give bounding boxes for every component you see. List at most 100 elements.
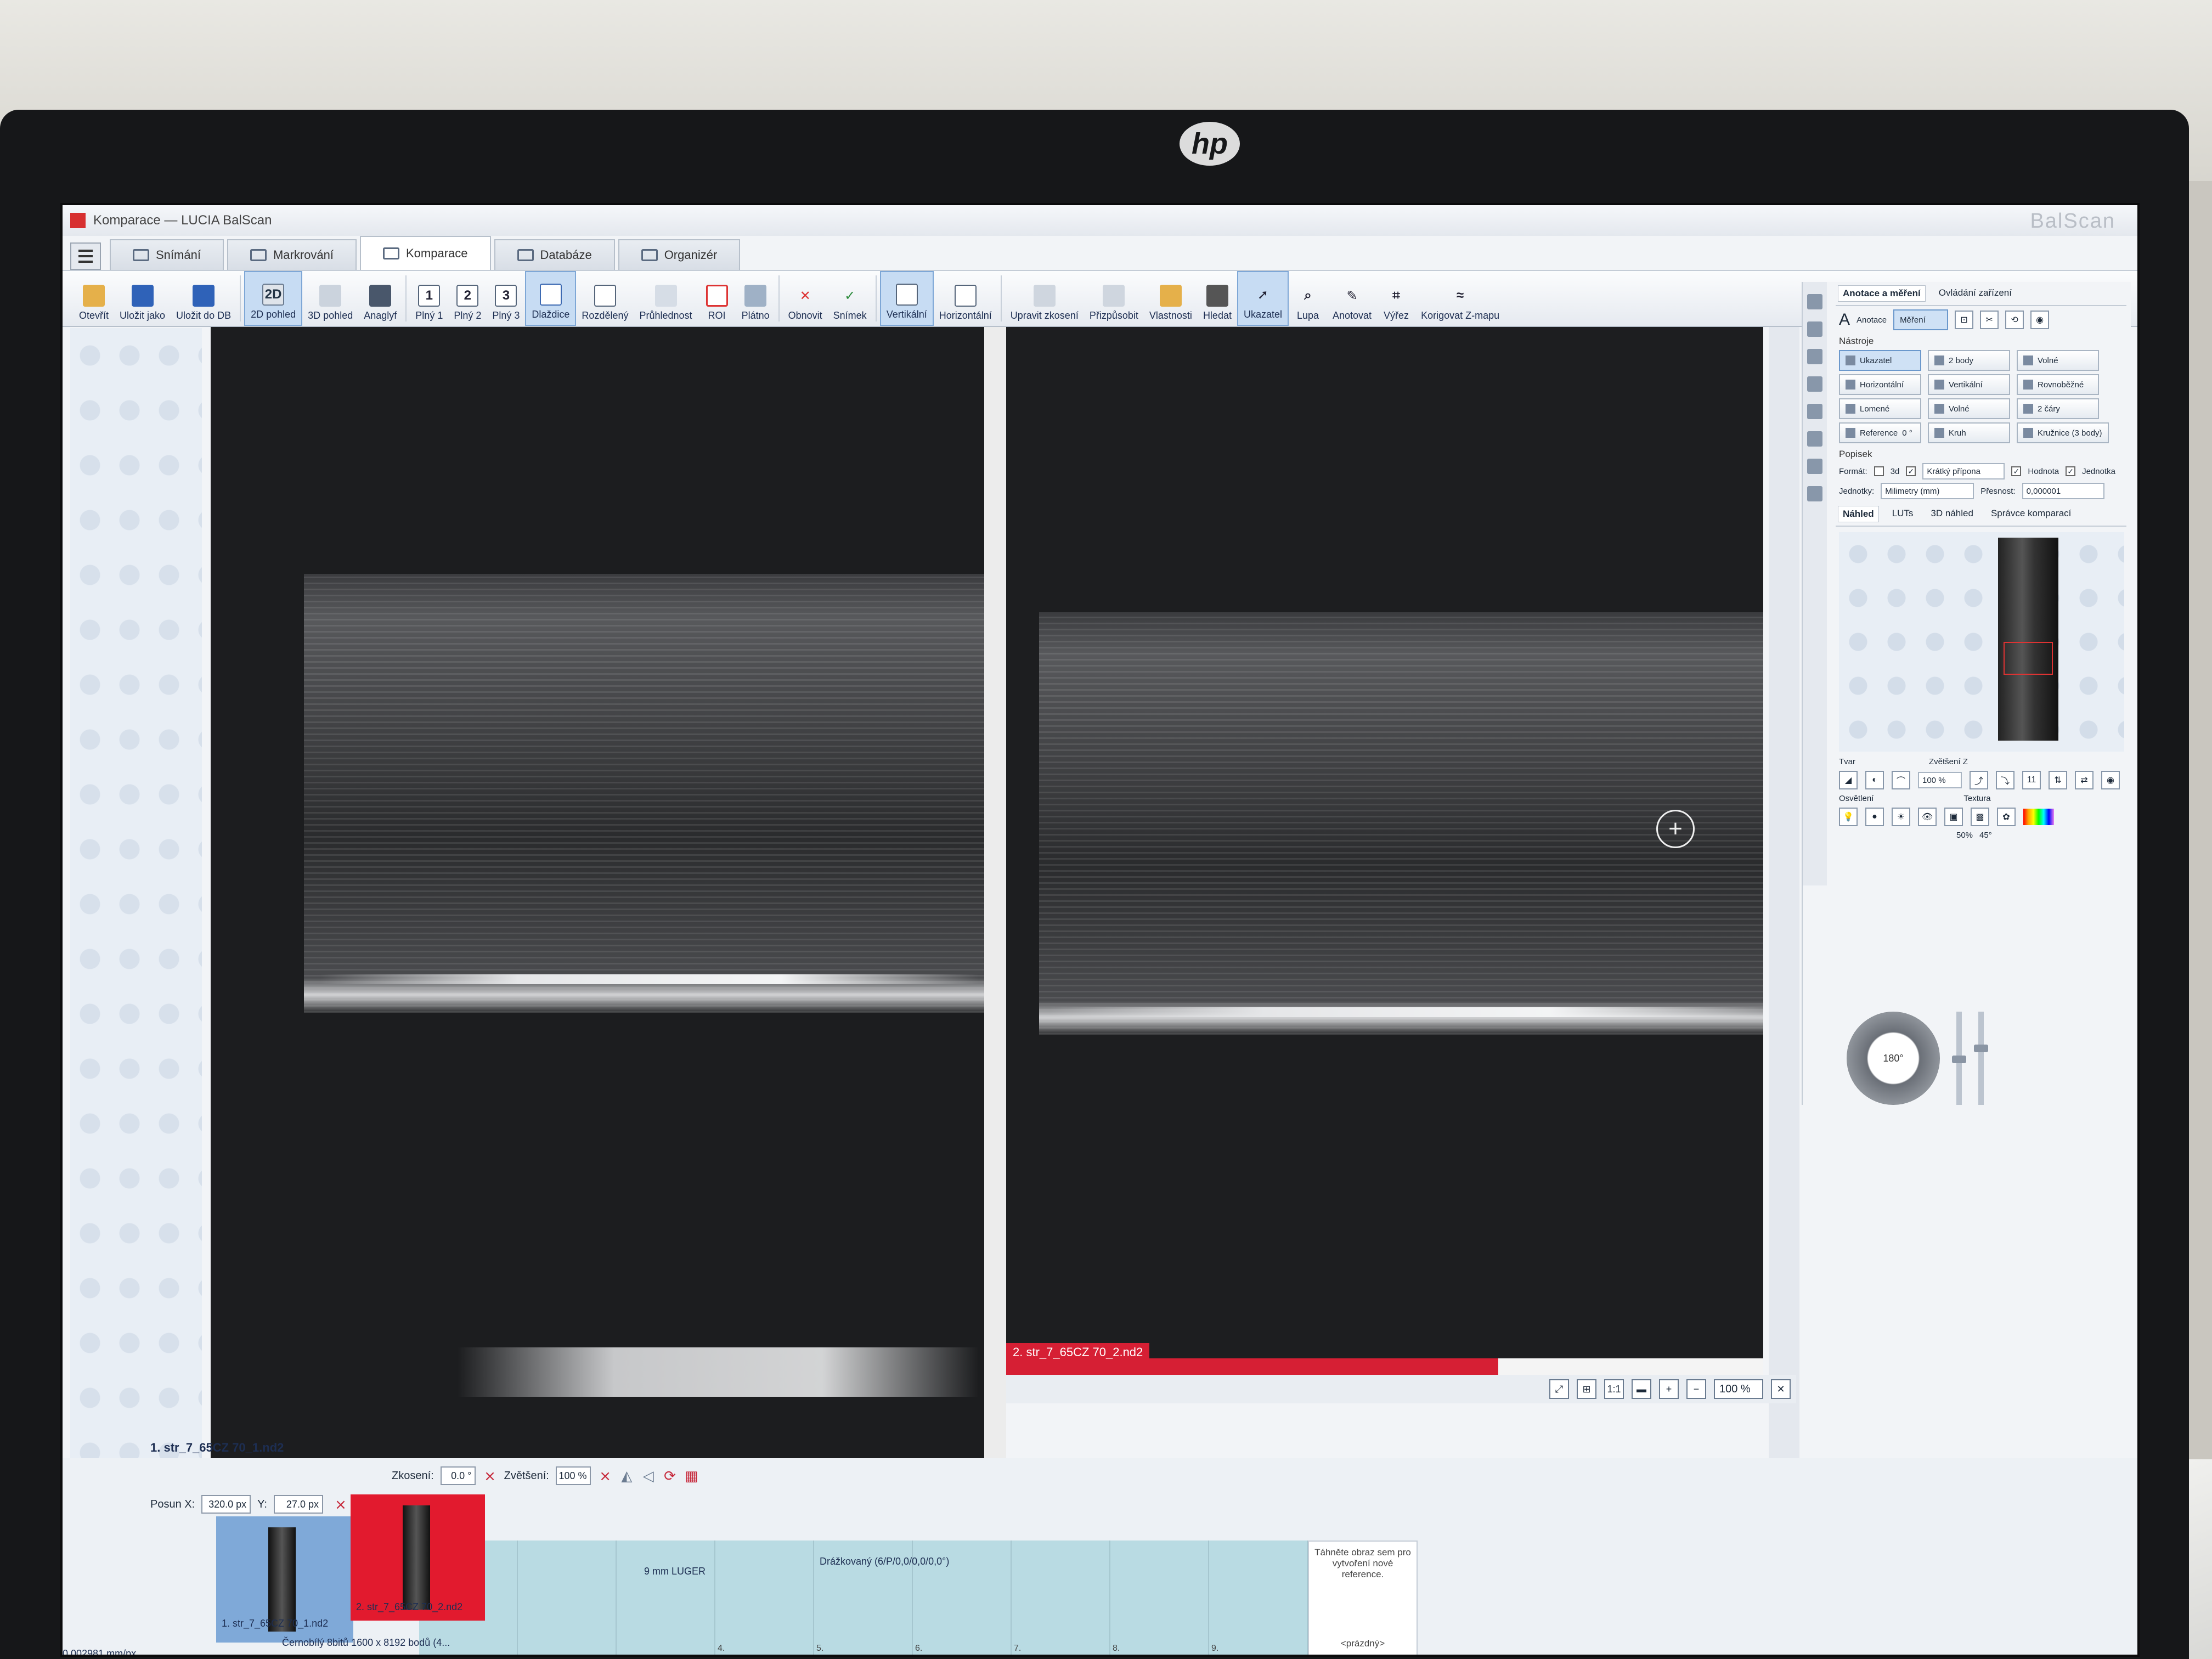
full1-button[interactable]: 1 Plný 1 bbox=[410, 271, 448, 326]
slot-8[interactable]: 8. bbox=[1110, 1541, 1209, 1655]
canvas-button[interactable]: Plátno bbox=[736, 271, 775, 326]
color-lut-icon[interactable] bbox=[2023, 809, 2054, 825]
side-tool-icon-3[interactable] bbox=[1807, 349, 1822, 364]
zoom-input[interactable]: 100 % bbox=[555, 1466, 591, 1485]
view-3d-button[interactable]: 3D pohled bbox=[302, 271, 358, 326]
texture-1-icon[interactable]: ▣ bbox=[1944, 808, 1963, 826]
zoom-tool-5-icon[interactable]: ◉ bbox=[2101, 771, 2120, 789]
roi-button[interactable]: ROI bbox=[698, 271, 736, 326]
light-intensity-slider[interactable] bbox=[1952, 1012, 1966, 1105]
slot-9[interactable]: 9. bbox=[1209, 1541, 1308, 1655]
measure-tool-2-icon[interactable]: ✂ bbox=[1980, 311, 1999, 329]
side-tool-icon-4[interactable] bbox=[1807, 376, 1822, 392]
close-viewer-icon[interactable]: ✕ bbox=[1771, 1379, 1791, 1399]
tool-horizontal[interactable]: Horizontální bbox=[1839, 374, 1921, 395]
tab-organizer[interactable]: Organizér bbox=[618, 239, 741, 270]
tab-komparace[interactable]: Komparace bbox=[359, 236, 491, 270]
pointer-button[interactable]: ➚ Ukazatel bbox=[1237, 271, 1289, 326]
tiles-button[interactable]: Dlaždice bbox=[525, 271, 577, 326]
format-select[interactable]: Krátký přípona bbox=[1922, 463, 2005, 479]
reset-skew-icon[interactable]: ⨯ bbox=[482, 1465, 497, 1487]
tab-annotation[interactable]: Anotace a měření bbox=[1838, 285, 1926, 302]
zoom-tool-3-icon[interactable]: ⇅ bbox=[2049, 771, 2067, 789]
sphere-icon[interactable]: ● bbox=[1865, 808, 1884, 826]
unit-checkbox[interactable]: ✓ bbox=[2066, 466, 2076, 476]
tool-parallel[interactable]: Rovnoběžné bbox=[2017, 374, 2099, 395]
vertical-button[interactable]: Vertikální bbox=[879, 271, 934, 326]
measure-tool-1-icon[interactable]: ⊡ bbox=[1955, 311, 1974, 329]
rotate-icon[interactable]: ⟳ bbox=[662, 1465, 677, 1487]
skew-input[interactable]: 0.0 ° bbox=[440, 1466, 476, 1485]
light-direction-dial[interactable]: 180° bbox=[1847, 1012, 1940, 1105]
texture-3-icon[interactable]: ✿ bbox=[1997, 808, 2016, 826]
tool-pointer[interactable]: Ukazatel bbox=[1839, 350, 1921, 371]
tool-free-2[interactable]: Volné bbox=[1928, 398, 2010, 419]
slot-7[interactable]: 7. bbox=[1012, 1541, 1110, 1655]
tool-2-lines[interactable]: 2 čáry bbox=[2017, 398, 2099, 419]
zoom-in-icon[interactable]: + bbox=[1659, 1379, 1679, 1399]
pos-x-input[interactable]: 320.0 px bbox=[201, 1495, 251, 1514]
shape-tool-2-icon[interactable]: ◐ bbox=[1865, 771, 1884, 789]
mirror-h-icon[interactable]: ◭ bbox=[619, 1465, 634, 1487]
tool-polyline[interactable]: Lomené bbox=[1839, 398, 1921, 419]
tool-2-points[interactable]: 2 body bbox=[1928, 350, 2010, 371]
correct-z-button[interactable]: ≈ Korigovat Z-mapu bbox=[1415, 271, 1505, 326]
properties-button[interactable]: Vlastnosti bbox=[1144, 271, 1198, 326]
annotation-label[interactable]: Anotace bbox=[1857, 315, 1887, 325]
light-angle-slider[interactable] bbox=[1974, 1012, 1988, 1105]
viewer-right[interactable]: + bbox=[1006, 327, 1763, 1358]
tool-circle[interactable]: Kruh bbox=[1928, 422, 2010, 443]
viewer-left[interactable] bbox=[211, 327, 984, 1463]
zoom-out-icon[interactable]: − bbox=[1686, 1379, 1706, 1399]
tab-comparison-manager[interactable]: Správce komparací bbox=[1987, 506, 2075, 522]
shape-tool-3-icon[interactable]: ⌒ bbox=[1892, 771, 1910, 789]
refresh-button[interactable]: ✕ Obnovit bbox=[783, 271, 828, 326]
minimize-icon[interactable]: ▬ bbox=[1632, 1379, 1651, 1399]
grid-icon[interactable]: ⊞ bbox=[1577, 1379, 1596, 1399]
horizontal-button[interactable]: Horizontální bbox=[934, 271, 997, 326]
slot-4[interactable]: 4. bbox=[715, 1541, 814, 1655]
slot-3[interactable] bbox=[617, 1541, 715, 1655]
shape-tool-icon[interactable]: ◢ bbox=[1839, 771, 1858, 789]
format-checkbox-2[interactable]: ✓ bbox=[1906, 466, 1916, 476]
zoom-z-select[interactable]: 100 % bbox=[1918, 772, 1962, 788]
preview-roi[interactable] bbox=[2004, 642, 2053, 675]
edit-skew-button[interactable]: Upravit zkosení bbox=[1005, 271, 1084, 326]
zoom-tool-2-icon[interactable]: ⤵ bbox=[1996, 771, 2015, 789]
side-tool-icon-8[interactable] bbox=[1807, 486, 1822, 501]
sun-icon[interactable]: ☀ bbox=[1892, 808, 1910, 826]
view-2d-button[interactable]: 2D 2D pohled bbox=[244, 271, 303, 326]
transparency-button[interactable]: Průhlednost bbox=[634, 271, 697, 326]
tab-databaze[interactable]: Databáze bbox=[494, 239, 615, 270]
reset-zoom-icon[interactable]: ⨯ bbox=[597, 1465, 612, 1487]
zoom-tool-1-icon[interactable]: ⤴ bbox=[1970, 771, 1988, 789]
anaglyph-button[interactable]: Anaglyf bbox=[358, 271, 402, 326]
fit-button[interactable]: Přizpůsobit bbox=[1084, 271, 1144, 326]
slot-2[interactable] bbox=[518, 1541, 617, 1655]
value-checkbox[interactable]: ✓ bbox=[2011, 466, 2022, 476]
measure-tool-4-icon[interactable]: ◉ bbox=[2030, 311, 2050, 329]
pos-y-input[interactable]: 27.0 px bbox=[273, 1495, 323, 1514]
reset-position-icon[interactable]: ⨯ bbox=[330, 1493, 352, 1515]
search-button[interactable]: Hledat bbox=[1198, 271, 1237, 326]
app-menu-button[interactable] bbox=[70, 242, 101, 270]
open-button[interactable]: Otevřít bbox=[74, 271, 114, 326]
eye-icon[interactable]: 👁 bbox=[1918, 808, 1937, 826]
viewer-divider[interactable] bbox=[984, 327, 1006, 1463]
tab-device-control[interactable]: Ovládání zařízení bbox=[1934, 285, 2016, 302]
crop-button[interactable]: ⌗ Výřez bbox=[1377, 271, 1415, 326]
side-tool-icon-6[interactable] bbox=[1807, 431, 1822, 447]
tab-markrovani[interactable]: Markrování bbox=[227, 239, 357, 270]
new-reference-dropzone[interactable]: Táhněte obraz sem pro vytvoření nové ref… bbox=[1308, 1541, 1418, 1655]
save-db-button[interactable]: Uložit do DB bbox=[171, 271, 236, 326]
tab-luts[interactable]: LUTs bbox=[1888, 506, 1918, 522]
full3-button[interactable]: 3 Plný 3 bbox=[487, 271, 525, 326]
one-to-one-icon[interactable]: 1:1 bbox=[1604, 1379, 1624, 1399]
precision-select[interactable]: 0,000001 bbox=[2022, 483, 2104, 499]
preview-area[interactable] bbox=[1839, 532, 2124, 752]
tab-3d-preview[interactable]: 3D náhled bbox=[1926, 506, 1978, 522]
tool-reference[interactable]: Reference 0 ° bbox=[1839, 422, 1921, 443]
viewer-scrollbar[interactable] bbox=[1769, 327, 1799, 1479]
texture-2-icon[interactable]: ▩ bbox=[1971, 808, 1989, 826]
format-3d-checkbox[interactable] bbox=[1874, 466, 1884, 476]
